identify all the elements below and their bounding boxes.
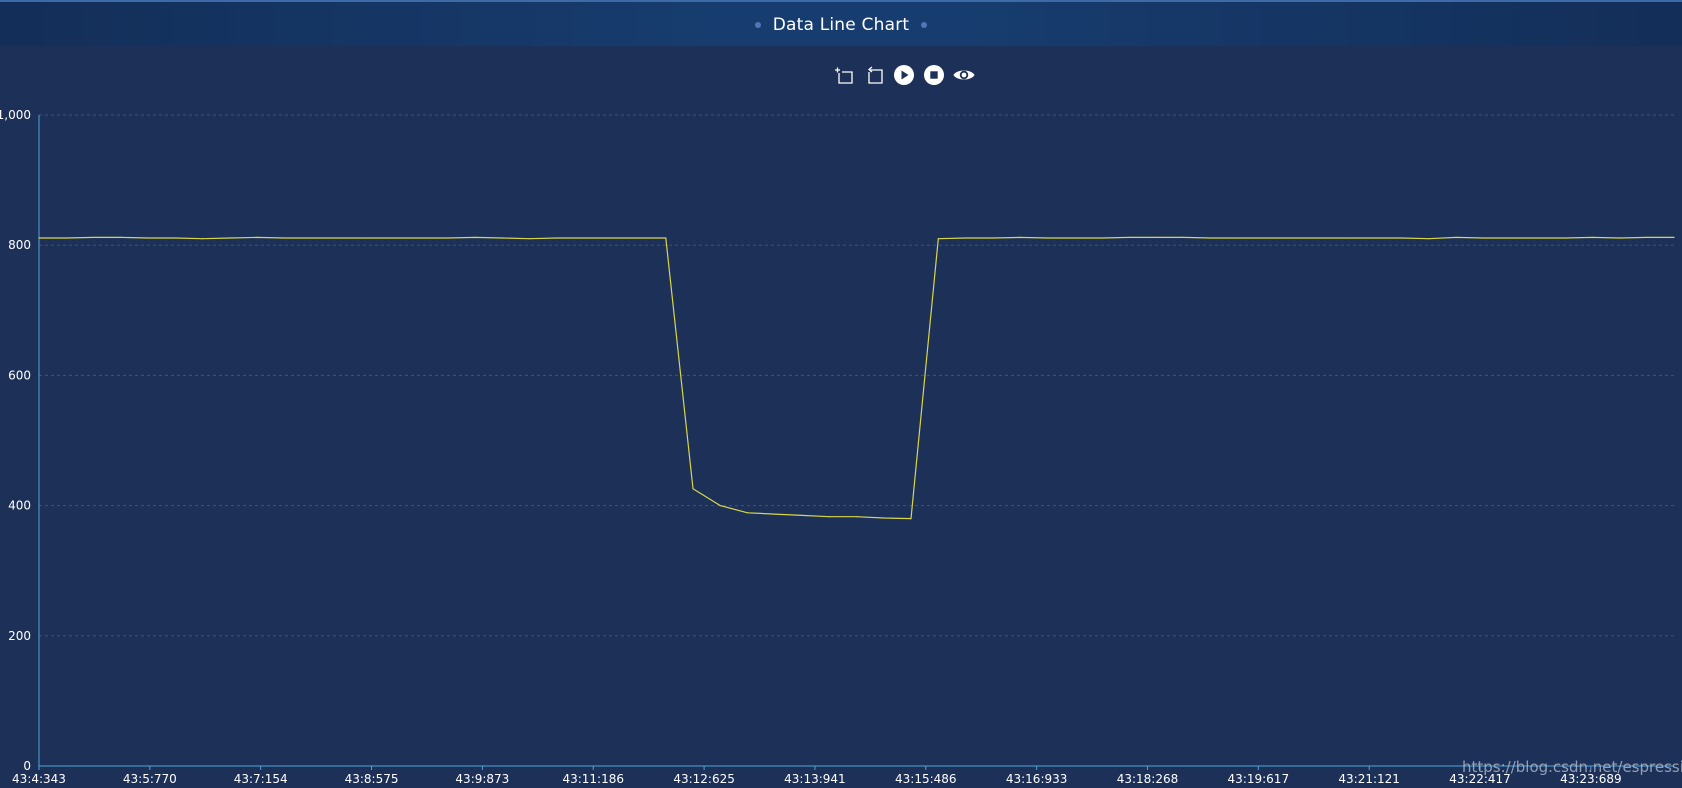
data-point (665, 237, 667, 239)
data-point (447, 237, 449, 239)
data-point (1182, 236, 1185, 238)
data-point (365, 237, 367, 239)
data-point (65, 237, 67, 239)
x-tick-label: 43:21:121 (1338, 772, 1400, 786)
data-point (828, 516, 830, 518)
data-point (1101, 237, 1103, 239)
data-point (1482, 237, 1484, 239)
data-point (1537, 237, 1539, 239)
data-point (1646, 236, 1648, 238)
data-point (774, 513, 776, 515)
line-chart: 0 200 400 600 800 1,000 43:4:343 43:5:770 43:7:1… (0, 108, 1675, 786)
x-tick-label: 43:8:575 (345, 772, 399, 786)
data-point (1210, 237, 1212, 239)
x-tick-label: 43:9:873 (455, 772, 509, 786)
data-point (1291, 237, 1294, 239)
data-point (474, 236, 476, 238)
data-point (256, 236, 258, 238)
data-point (38, 237, 40, 239)
data-point (283, 237, 285, 239)
data-point (1591, 236, 1593, 238)
x-tick-label: 43:16:933 (1006, 772, 1068, 786)
label-layer: 0 200 400 600 800 1,000 43:4:343 43:5:770 43:7:1… (0, 108, 1622, 786)
data-point (746, 512, 749, 514)
x-tick-label: 43:5:770 (123, 772, 177, 786)
data-point (528, 238, 531, 240)
data-point (1618, 237, 1621, 239)
data-point (556, 237, 558, 239)
data-point (883, 517, 885, 519)
data-point (692, 488, 694, 490)
watermark-text: https://blog.csdn.net/espressif (1462, 758, 1682, 776)
y-tick-label: 400 (8, 499, 31, 513)
x-tick-label: 43:4:343 (12, 772, 66, 786)
data-point (1564, 237, 1566, 239)
data-point (92, 236, 95, 238)
data-point (992, 237, 994, 239)
data-point (1019, 236, 1021, 238)
line-layer (38, 236, 1675, 520)
y-tick-label: 1,000 (0, 108, 31, 122)
data-point (1673, 236, 1675, 238)
data-point (1373, 237, 1375, 239)
data-point (1237, 237, 1239, 239)
x-tick-label: 43:15:486 (895, 772, 957, 786)
x-tick-label: 43:13:941 (784, 772, 846, 786)
data-point (1346, 237, 1348, 239)
data-point (229, 237, 231, 239)
data-point (147, 237, 149, 239)
data-point (1428, 238, 1430, 240)
data-point (174, 237, 176, 239)
x-tick-label: 43:12:625 (673, 772, 735, 786)
data-point (201, 238, 204, 240)
x-tick-label: 43:18:268 (1117, 772, 1179, 786)
data-point (120, 236, 122, 238)
y-tick-label: 600 (8, 368, 31, 382)
data-point (1046, 237, 1048, 239)
data-point (419, 237, 422, 239)
data-point (1155, 236, 1157, 238)
y-tick-label: 0 (23, 759, 31, 773)
series-line (39, 236, 1674, 520)
data-point (392, 237, 394, 239)
data-point (855, 516, 858, 518)
y-tick-label: 800 (8, 238, 31, 252)
data-point (501, 237, 503, 239)
axis-layer (38, 115, 1674, 770)
data-point (1455, 236, 1457, 238)
chart-window: Data Line Chart 0 200 400 600 800 1,000 … (0, 0, 1682, 788)
data-point (937, 238, 939, 240)
data-point (801, 514, 803, 517)
data-point (310, 237, 313, 239)
data-point (1264, 237, 1266, 239)
data-point (910, 518, 912, 520)
data-point (1073, 237, 1076, 239)
data-point (1509, 237, 1512, 239)
data-point (583, 237, 585, 239)
data-point (964, 237, 967, 239)
data-point (719, 505, 721, 507)
data-point (610, 237, 612, 239)
data-point (637, 237, 640, 239)
y-tick-label: 200 (8, 629, 31, 643)
data-point (1128, 236, 1130, 238)
grid-layer (39, 114, 1674, 637)
data-point (1319, 237, 1321, 239)
x-tick-label: 43:7:154 (234, 772, 288, 786)
x-tick-label: 43:11:186 (562, 772, 624, 786)
data-point (1400, 237, 1403, 239)
data-point (338, 237, 340, 239)
x-tick-label: 43:19:617 (1228, 772, 1290, 786)
